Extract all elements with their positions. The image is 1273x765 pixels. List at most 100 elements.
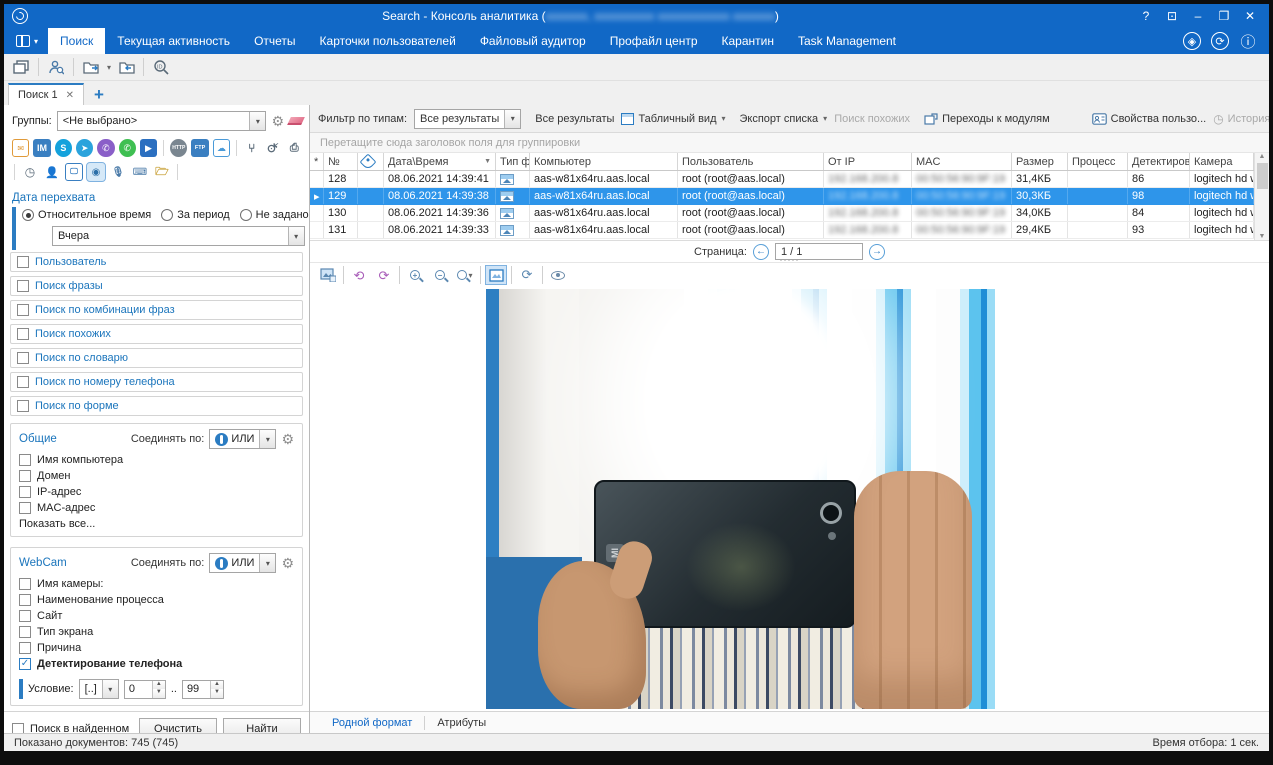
chevron-down-icon[interactable]: ▾ [259,430,275,448]
whatsapp-icon[interactable]: ✆ [119,139,136,157]
col-camera[interactable]: Камера [1190,153,1254,170]
minimize-icon[interactable]: – [1185,9,1211,23]
close-icon[interactable]: ✕ [1237,9,1263,23]
radio-not-set[interactable] [240,209,252,221]
filter-site[interactable]: Сайт [19,608,294,624]
spin-down-icon[interactable]: ▼ [211,689,223,698]
monitor-icon[interactable]: 🖵 [65,163,83,181]
chevron-down-icon[interactable]: ▾ [249,112,265,130]
col-process[interactable]: Процесс [1068,153,1128,170]
add-tab-button[interactable]: + [84,85,114,105]
filter-process-name[interactable]: Наименование процесса [19,592,294,608]
col-date[interactable]: Дата\Время▼ [384,153,496,170]
radio-period[interactable] [161,209,173,221]
panel-form-search[interactable]: Поиск по форме [10,396,303,416]
checkbox[interactable] [19,578,31,590]
clear-button[interactable]: Очистить [139,718,217,733]
go-to-modules-button[interactable]: Переходы к модулям [924,113,1050,125]
tab-current-activity[interactable]: Текущая активность [105,28,242,54]
scroll-down-icon[interactable]: ▼ [1259,233,1266,240]
webcam-icon[interactable]: ◉ [87,163,105,181]
im-icon[interactable]: IM [33,139,50,157]
all-results-button[interactable]: Все результаты [535,113,614,125]
col-num[interactable]: № [324,153,358,170]
spin-up-icon[interactable]: ▲ [153,681,165,690]
doc-tab-search1[interactable]: Поиск 1 ✕ [8,83,84,105]
tab-reports[interactable]: Отчеты [242,28,307,54]
checkbox[interactable] [17,328,29,340]
zoom-out-icon[interactable]: − [430,266,450,284]
image-preview[interactable]: MI [310,287,1269,711]
tab-task-management[interactable]: Task Management [786,28,908,54]
chevron-down-icon[interactable]: ▾ [504,110,520,128]
table-scrollbar[interactable]: ▲ ▼ [1254,153,1269,240]
checkbox[interactable] [17,376,29,388]
tab-native-format[interactable]: Родной формат [320,712,424,733]
col-tag[interactable] [358,153,384,170]
tab-quarantine[interactable]: Карантин [710,28,786,54]
show-all-link[interactable]: Показать все... [19,516,294,530]
visibility-icon[interactable] [548,266,568,284]
zoom-in-icon[interactable]: + [405,266,425,284]
webcam-settings-icon[interactable]: ⚙ [281,556,294,570]
filter-computer-name[interactable]: Имя компьютера [19,452,294,468]
close-tab-icon[interactable]: ✕ [66,90,74,101]
clock-icon[interactable]: ◷ [21,163,39,181]
filter-by-type-select[interactable]: Все результаты ▾ [414,109,521,129]
cloud-icon[interactable]: ☁ [213,139,230,157]
period-select[interactable]: Вчера ▾ [52,226,305,246]
panel-similar-search[interactable]: Поиск похожих [10,324,303,344]
tab-profile-center[interactable]: Профайл центр [598,28,710,54]
col-size[interactable]: Размер [1012,153,1068,170]
cascade-windows-icon[interactable] [10,57,32,77]
col-ip[interactable]: От IP [824,153,912,170]
zoom-level-icon[interactable]: ▾ [455,266,475,284]
tab-attributes[interactable]: Атрибуты [425,712,498,733]
viber-icon[interactable]: ✆ [97,139,114,157]
refresh-icon[interactable]: ⟳ [517,266,537,284]
spin-up-icon[interactable]: ▲ [211,681,223,690]
keyboard-icon[interactable]: ⌨ [131,163,149,181]
pin-window-icon[interactable]: ⊡ [1159,9,1185,23]
user-search-icon[interactable] [45,57,67,77]
group-by-dropzone[interactable]: Перетащите сюда заголовок поля для групп… [310,133,1269,153]
splitter-handle[interactable]: ····· [780,257,800,263]
common-settings-icon[interactable]: ⚙ [281,432,294,446]
panel-phone-number-search[interactable]: Поиск по номеру телефона [10,372,303,392]
spin-down-icon[interactable]: ▼ [153,689,165,698]
info-icon[interactable]: ⓘ [1239,32,1257,50]
app-menu-button[interactable]: ▾ [4,28,48,54]
filter-phone-detection[interactable]: ✓Детектирование телефона [19,656,294,672]
folder-import-icon[interactable]: 🗁 [153,163,171,181]
device-search-icon[interactable]: 🜚 [264,139,281,157]
checkbox[interactable] [17,256,29,268]
user-time-icon[interactable]: 👤 [43,163,61,181]
tab-user-cards[interactable]: Карточки пользователей [308,28,468,54]
checkbox[interactable] [17,352,29,364]
panel-dictionary-search[interactable]: Поиск по словарю [10,348,303,368]
save-image-icon[interactable] [318,266,338,284]
checkbox-checked[interactable]: ✓ [19,658,31,670]
panel-phrase-combination[interactable]: Поиск по комбинации фраз [10,300,303,320]
rotate-left-icon[interactable]: ⟲ [349,266,369,284]
chevron-down-icon[interactable]: ▾ [102,680,118,698]
checkbox[interactable] [19,486,31,498]
panel-user[interactable]: Пользователь [10,252,303,272]
rotate-right-icon[interactable]: ⟳ [374,266,394,284]
col-mac[interactable]: MAC [912,153,1012,170]
search-in-found-checkbox[interactable] [12,723,24,733]
checkbox[interactable] [19,642,31,654]
find-button[interactable]: Найти [223,718,301,733]
checkbox[interactable] [19,454,31,466]
filter-camera-name[interactable]: Имя камеры: [19,576,294,592]
condition-to-stepper[interactable]: 99 ▲▼ [182,680,224,699]
tab-search[interactable]: Поиск [48,28,105,54]
webcam-join-select[interactable]: ИЛИ ▾ [209,553,276,573]
import-search-icon[interactable] [115,57,137,77]
filter-mac-address[interactable]: MAC-адрес [19,500,294,516]
checkbox[interactable] [19,626,31,638]
condition-operator-select[interactable]: [..] ▾ [79,679,119,699]
help-icon[interactable]: ? [1133,9,1159,23]
col-user[interactable]: Пользователь [678,153,824,170]
export-search-icon[interactable] [80,57,102,77]
